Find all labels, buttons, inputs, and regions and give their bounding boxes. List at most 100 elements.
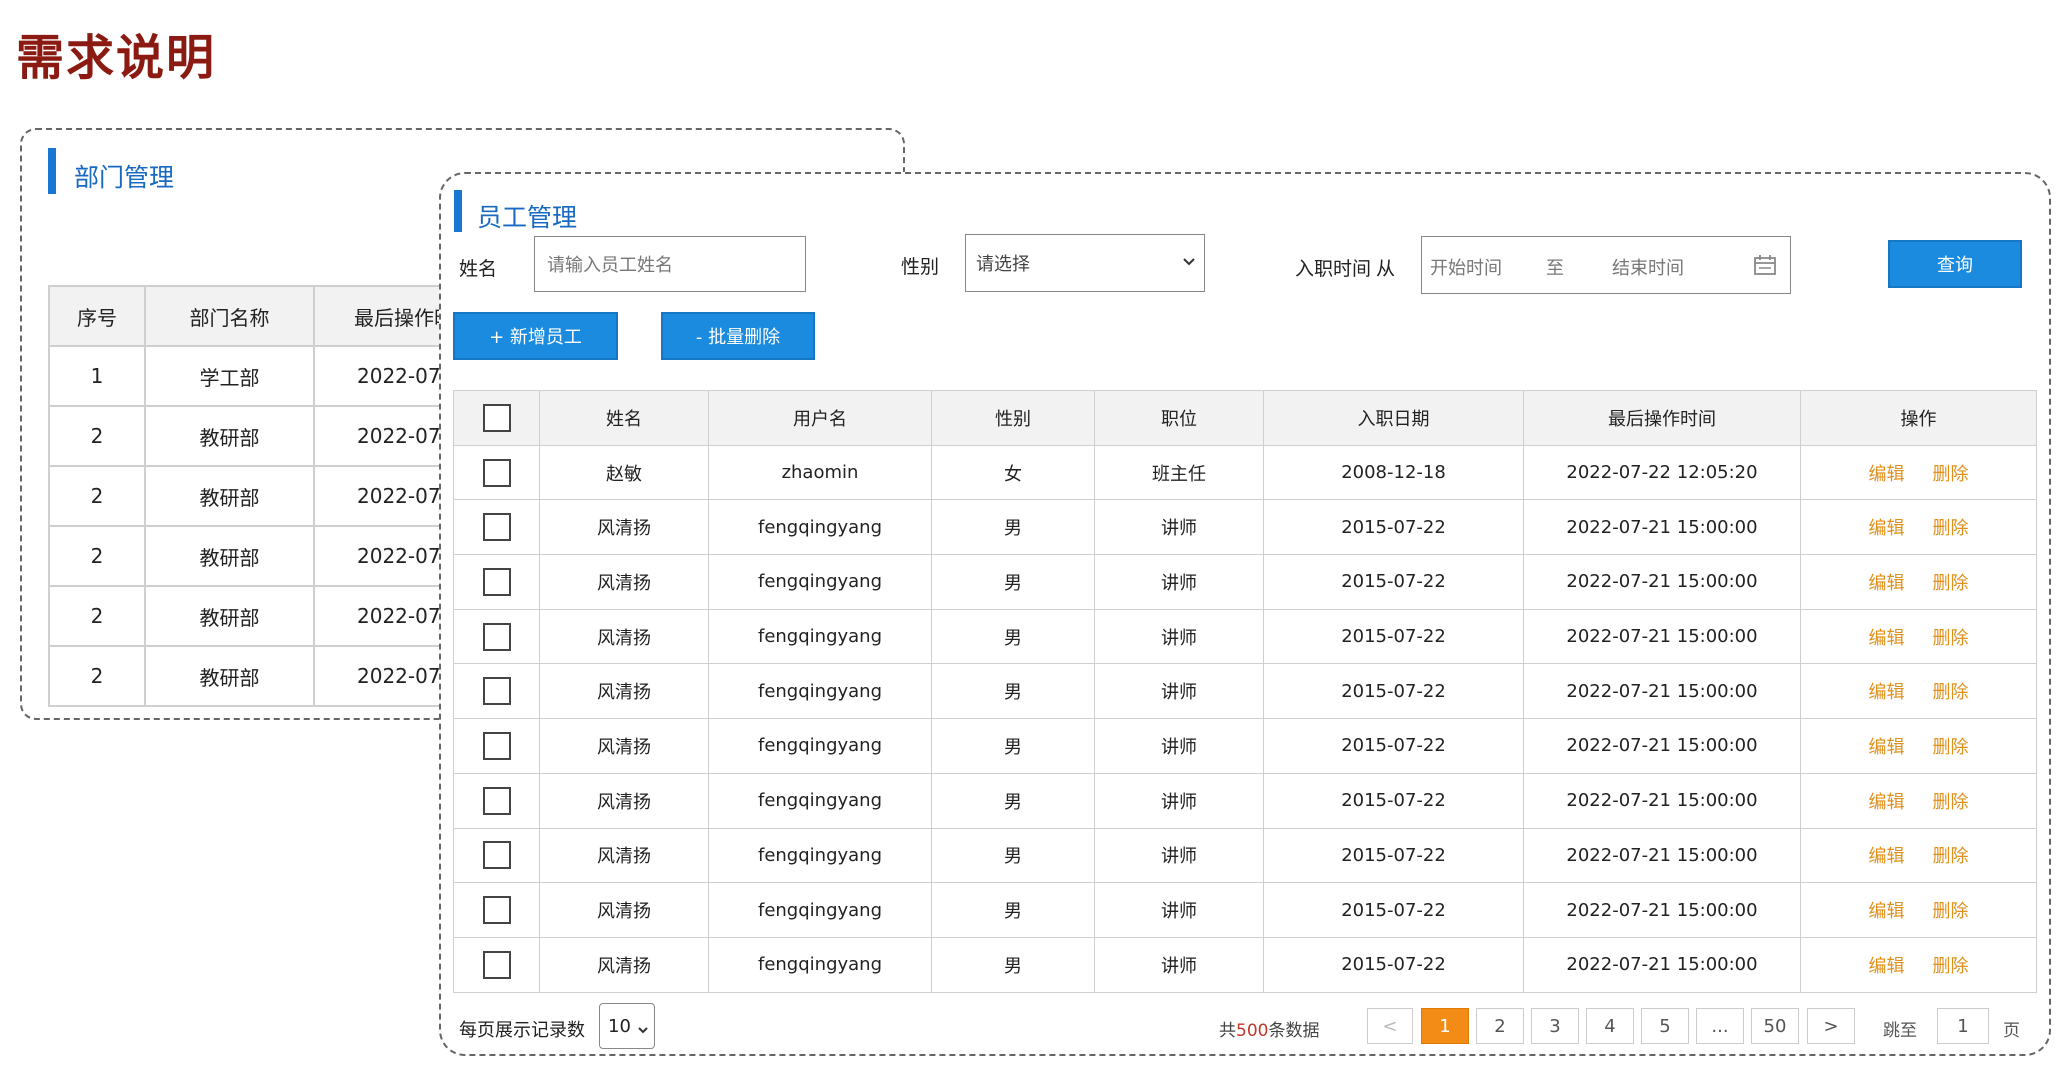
delete-link[interactable]: 删除: [1933, 573, 1969, 594]
cell-gender: 男: [931, 554, 1095, 610]
cell-entry-date: 2015-07-22: [1263, 772, 1524, 829]
delete-link[interactable]: 删除: [1933, 792, 1969, 813]
page-button-1[interactable]: 1: [1421, 1008, 1469, 1044]
emp-title-bar: [454, 190, 462, 232]
header-name: 姓名: [539, 390, 709, 446]
date-range-picker[interactable]: 开始时间 至 结束时间: [1421, 236, 1791, 294]
prev-page-button[interactable]: <: [1367, 1008, 1413, 1044]
edit-link[interactable]: 编辑: [1869, 464, 1905, 485]
row-checkbox[interactable]: [482, 567, 511, 596]
gender-select[interactable]: 请选择: [965, 234, 1205, 292]
cell-updated: 2022-07-21 15:00:00: [1523, 499, 1801, 556]
dept-cell-index: 2: [48, 585, 146, 647]
cell-entry-date: 2015-07-22: [1263, 718, 1524, 774]
total-count: 500: [1236, 1021, 1269, 1041]
cell-position: 讲师: [1094, 882, 1264, 938]
delete-link[interactable]: 删除: [1933, 628, 1969, 649]
delete-link[interactable]: 删除: [1933, 682, 1969, 703]
total-records: 共500条数据: [1219, 1016, 1319, 1041]
select-all-checkbox[interactable]: [482, 403, 511, 432]
add-employee-button[interactable]: + 新增员工: [453, 312, 618, 360]
entry-date-from: 从: [1376, 258, 1396, 280]
delete-link[interactable]: 删除: [1933, 901, 1969, 922]
cell-name: 风清扬: [539, 663, 709, 720]
cell-updated: 2022-07-21 15:00:00: [1523, 772, 1801, 829]
page-button-4[interactable]: 4: [1586, 1008, 1634, 1044]
row-checkbox[interactable]: [482, 896, 511, 925]
row-checkbox[interactable]: [482, 950, 511, 979]
calendar-icon[interactable]: [1754, 255, 1776, 280]
gender-select-value: 请选择: [976, 254, 1030, 275]
cell-actions: 编辑 删除: [1800, 827, 2037, 884]
row-checkbox[interactable]: [482, 513, 511, 542]
delete-link[interactable]: 删除: [1933, 956, 1969, 977]
cell-name: 风清扬: [539, 718, 709, 774]
delete-link[interactable]: 删除: [1933, 518, 1969, 539]
table-row: 风清扬 fengqingyang 男讲师 2015-07-22 2022-07-21 1…: [453, 718, 2037, 774]
date-start-input[interactable]: 开始时间: [1430, 254, 1502, 280]
edit-link[interactable]: 编辑: [1869, 518, 1905, 539]
header-updated: 最后操作时间: [1523, 390, 1801, 446]
emp-panel-title: 员工管理: [477, 203, 578, 232]
row-checkbox[interactable]: [482, 677, 511, 706]
per-page-value: 10: [608, 1015, 631, 1037]
next-page-button[interactable]: >: [1807, 1008, 1855, 1044]
date-end-input[interactable]: 结束时间: [1612, 254, 1684, 280]
table-row: 风清扬 fengqingyang 男讲师 2015-07-22 2022-07-21 1…: [453, 554, 2037, 610]
row-checkbox[interactable]: [482, 841, 511, 870]
cell-entry-date: 2015-07-22: [1263, 499, 1524, 556]
row-checkbox[interactable]: [482, 622, 511, 651]
batch-delete-button[interactable]: - 批量删除: [661, 312, 815, 360]
page-title: 需求说明: [16, 30, 217, 86]
cell-entry-date: 2015-07-22: [1263, 554, 1524, 610]
edit-link[interactable]: 编辑: [1869, 573, 1905, 594]
edit-link[interactable]: 编辑: [1869, 682, 1905, 703]
cell-actions: 编辑 删除: [1800, 772, 2037, 829]
dept-cell-name: 教研部: [144, 405, 315, 467]
cell-name: 风清扬: [539, 936, 709, 993]
chevron-down-icon: [1182, 253, 1196, 274]
per-page-select[interactable]: 10: [599, 1003, 655, 1049]
table-row: 风清扬 fengqingyang 男讲师 2015-07-22 2022-07-21 1…: [453, 827, 2037, 884]
edit-link[interactable]: 编辑: [1869, 901, 1905, 922]
cell-gender: 男: [931, 772, 1095, 829]
page-button-2[interactable]: 2: [1476, 1008, 1524, 1044]
query-button[interactable]: 查询: [1888, 240, 2022, 288]
header-actions: 操作: [1800, 390, 2037, 446]
dept-cell-index: 2: [48, 405, 146, 467]
page-button-50[interactable]: 50: [1751, 1008, 1799, 1044]
page-button-5[interactable]: 5: [1641, 1008, 1689, 1044]
chevron-down-icon: [637, 1020, 649, 1041]
cell-name: 风清扬: [539, 608, 709, 665]
edit-link[interactable]: 编辑: [1869, 737, 1905, 758]
delete-link[interactable]: 删除: [1933, 846, 1969, 867]
cell-updated: 2022-07-21 15:00:00: [1523, 936, 1801, 993]
table-row: 风清扬 fengqingyang 男讲师 2015-07-22 2022-07-21 1…: [453, 882, 2037, 938]
edit-link[interactable]: 编辑: [1869, 846, 1905, 867]
row-checkbox[interactable]: [482, 731, 511, 760]
cell-position: 讲师: [1094, 936, 1264, 993]
edit-link[interactable]: 编辑: [1869, 628, 1905, 649]
row-select-cell: [453, 444, 540, 501]
page-button-3[interactable]: 3: [1531, 1008, 1579, 1044]
cell-gender: 男: [931, 827, 1095, 884]
cell-username: fengqingyang: [708, 936, 932, 993]
cell-actions: 编辑 删除: [1800, 718, 2037, 774]
dept-cell-index: 2: [48, 525, 146, 587]
dept-cell-index: 2: [48, 465, 146, 527]
cell-gender: 男: [931, 936, 1095, 993]
header-username: 用户名: [708, 390, 932, 446]
cell-gender: 男: [931, 882, 1095, 938]
jump-page-input[interactable]: 1: [1937, 1008, 1989, 1044]
row-checkbox[interactable]: [482, 786, 511, 815]
header-gender: 性别: [931, 390, 1095, 446]
cell-actions: 编辑 删除: [1800, 882, 2037, 938]
name-input[interactable]: 请输入员工姓名: [534, 236, 806, 292]
delete-link[interactable]: 删除: [1933, 464, 1969, 485]
edit-link[interactable]: 编辑: [1869, 956, 1905, 977]
cell-actions: 编辑 删除: [1800, 663, 2037, 720]
edit-link[interactable]: 编辑: [1869, 792, 1905, 813]
cell-updated: 2022-07-21 15:00:00: [1523, 718, 1801, 774]
row-checkbox[interactable]: [482, 458, 511, 487]
delete-link[interactable]: 删除: [1933, 737, 1969, 758]
